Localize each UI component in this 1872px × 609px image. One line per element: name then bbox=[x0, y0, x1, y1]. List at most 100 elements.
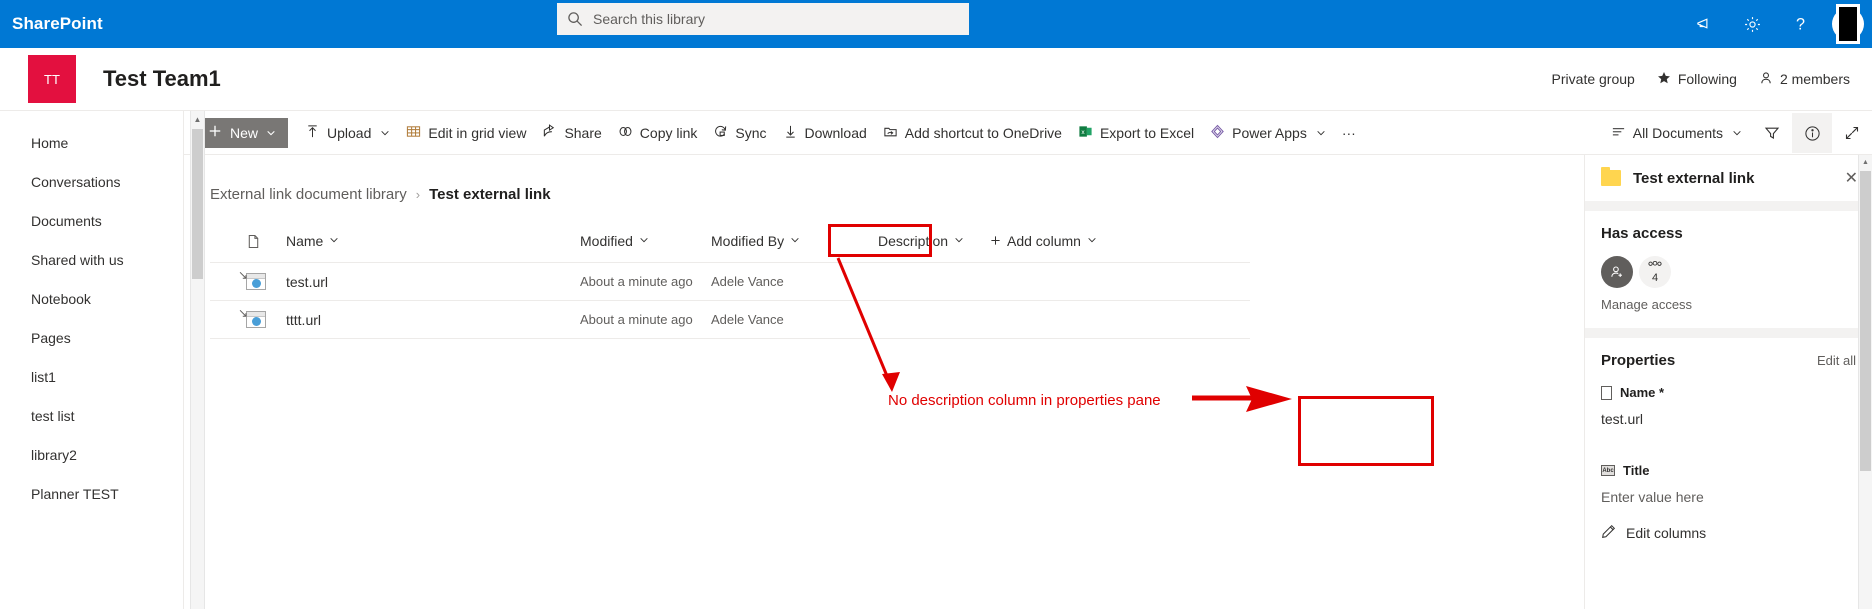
property-spacer bbox=[1585, 427, 1872, 447]
sync-button[interactable]: Sync bbox=[705, 113, 774, 153]
edit-columns-link[interactable]: Edit columns bbox=[1585, 524, 1872, 542]
site-header-actions: Private group Following 2 members bbox=[1552, 71, 1850, 88]
following-button[interactable]: Following bbox=[1657, 71, 1737, 88]
sidebar-item-label: Conversations bbox=[31, 173, 121, 190]
new-button[interactable]: New bbox=[196, 117, 289, 148]
download-button[interactable]: Download bbox=[775, 113, 875, 153]
access-count-label: 4 bbox=[1651, 271, 1659, 284]
search-input[interactable] bbox=[593, 11, 959, 27]
column-header-name[interactable]: Name bbox=[286, 233, 580, 249]
table-row[interactable]: ↘ test.url About a minute ago Adele Vanc… bbox=[184, 263, 1584, 300]
info-icon[interactable] bbox=[1792, 113, 1832, 153]
members-button[interactable]: 2 members bbox=[1759, 71, 1850, 88]
upload-button[interactable]: Upload bbox=[297, 113, 398, 153]
new-button-label: New bbox=[230, 124, 259, 141]
overflow-button[interactable]: ··· bbox=[1334, 113, 1364, 153]
sidebar-item-list1[interactable]: list1 bbox=[0, 357, 184, 396]
column-header-description[interactable]: Description bbox=[878, 233, 990, 249]
chevron-down-icon bbox=[329, 235, 339, 248]
upload-icon bbox=[305, 124, 320, 142]
sidebar-item-label: test list bbox=[31, 407, 75, 424]
sidebar-item-label: Shared with us bbox=[31, 251, 124, 268]
sidebar-item-label: Planner TEST bbox=[31, 485, 119, 502]
content-area: External link document library › Test ex… bbox=[184, 155, 1872, 609]
scrollbar-thumb[interactable] bbox=[1860, 171, 1871, 471]
share-label: Share bbox=[564, 124, 602, 141]
search-icon bbox=[567, 11, 583, 27]
avatar[interactable] bbox=[1824, 0, 1872, 48]
filter-icon[interactable] bbox=[1752, 113, 1792, 153]
breadcrumb-root[interactable]: External link document library bbox=[210, 186, 407, 203]
chevron-down-icon bbox=[1732, 125, 1742, 141]
add-column-button[interactable]: Add column bbox=[990, 233, 1097, 249]
scrollbar-thumb[interactable] bbox=[192, 129, 203, 279]
table-row[interactable]: ↘ tttt.url About a minute ago Adele Vanc… bbox=[184, 301, 1584, 338]
search-box[interactable] bbox=[557, 3, 969, 35]
scroll-up-icon[interactable]: ▲ bbox=[1859, 155, 1872, 169]
power-apps-button[interactable]: Power Apps bbox=[1202, 113, 1334, 153]
column-header-modified[interactable]: Modified bbox=[580, 233, 711, 249]
column-header-description-label: Description bbox=[878, 233, 949, 249]
add-shortcut-to-onedrive-button[interactable]: Add shortcut to OneDrive bbox=[875, 113, 1070, 153]
view-selector[interactable]: All Documents bbox=[1601, 113, 1752, 153]
list-view-icon bbox=[1611, 124, 1626, 142]
help-icon[interactable]: ? bbox=[1776, 0, 1824, 48]
property-title-value[interactable]: Enter value here bbox=[1601, 489, 1856, 505]
shortcut-arrow-icon: ↘ bbox=[238, 268, 249, 282]
row-name-cell[interactable]: test.url bbox=[286, 274, 580, 290]
file-name-label: tttt.url bbox=[286, 311, 322, 328]
file-icon bbox=[1601, 385, 1612, 400]
sidebar-item-planner-test[interactable]: Planner TEST bbox=[0, 474, 184, 513]
sidebar-item-library2[interactable]: library2 bbox=[0, 435, 184, 474]
megaphone-icon[interactable] bbox=[1680, 0, 1728, 48]
details-pane: Test external link ✕ Has access 4 Manage… bbox=[1584, 155, 1872, 609]
expand-icon[interactable] bbox=[1832, 113, 1872, 153]
sidebar-item-documents[interactable]: Documents bbox=[0, 201, 184, 240]
sidebar-item-home[interactable]: Home bbox=[0, 123, 184, 162]
sidebar-item-conversations[interactable]: Conversations bbox=[0, 162, 184, 201]
page-title: Test Team1 bbox=[103, 66, 221, 91]
access-count-badge[interactable]: 4 bbox=[1639, 256, 1671, 288]
excel-icon: x bbox=[1078, 124, 1093, 142]
properties-heading: Properties bbox=[1601, 352, 1676, 369]
scroll-up-icon[interactable]: ▲ bbox=[191, 111, 204, 127]
share-button[interactable]: Share bbox=[534, 113, 609, 153]
command-bar-right: All Documents bbox=[1601, 111, 1872, 155]
sharepoint-brand[interactable]: SharePoint bbox=[0, 14, 103, 34]
close-icon[interactable]: ✕ bbox=[1845, 168, 1858, 188]
url-file-icon bbox=[246, 273, 266, 290]
plus-icon bbox=[208, 124, 222, 141]
edit-columns-label: Edit columns bbox=[1626, 525, 1707, 541]
row-name-cell[interactable]: tttt.url bbox=[286, 312, 580, 328]
sidebar-item-test-list[interactable]: test list bbox=[0, 396, 184, 435]
body: Home Conversations Documents Shared with… bbox=[0, 111, 1872, 609]
export-to-excel-button[interactable]: x Export to Excel bbox=[1070, 113, 1202, 153]
site-logo: TT bbox=[28, 55, 76, 103]
property-title-label: Title bbox=[1623, 463, 1650, 478]
details-pane-scrollbar[interactable]: ▲ bbox=[1858, 155, 1872, 609]
download-icon bbox=[783, 124, 798, 142]
grid-icon bbox=[406, 124, 421, 142]
add-person-avatar[interactable] bbox=[1601, 256, 1633, 288]
page-scrollbar[interactable]: ▲ bbox=[190, 111, 205, 609]
column-header-modified-by-label: Modified By bbox=[711, 233, 785, 249]
sidebar-item-label: Documents bbox=[31, 212, 102, 229]
property-name-value[interactable]: test.url bbox=[1601, 411, 1856, 427]
sidebar-item-shared-with-us[interactable]: Shared with us bbox=[0, 240, 184, 279]
sidebar-item-pages[interactable]: Pages bbox=[0, 318, 184, 357]
sync-label: Sync bbox=[735, 124, 767, 141]
add-column-label: Add column bbox=[1007, 233, 1081, 249]
download-label: Download bbox=[804, 124, 867, 141]
gear-icon[interactable] bbox=[1728, 0, 1776, 48]
powerapps-icon bbox=[1210, 124, 1225, 142]
property-title-label-row: Abc Title bbox=[1601, 463, 1856, 478]
manage-access-link[interactable]: Manage access bbox=[1601, 297, 1856, 312]
copy-link-button[interactable]: Copy link bbox=[610, 113, 706, 153]
sidebar-item-label: Home bbox=[31, 134, 69, 151]
plus-icon bbox=[990, 233, 1001, 249]
edit-all-link[interactable]: Edit all bbox=[1817, 353, 1856, 368]
column-header-modified-by[interactable]: Modified By bbox=[711, 233, 878, 249]
breadcrumb-separator: › bbox=[415, 187, 421, 202]
sidebar-item-notebook[interactable]: Notebook bbox=[0, 279, 184, 318]
edit-in-grid-view-button[interactable]: Edit in grid view bbox=[398, 113, 534, 153]
